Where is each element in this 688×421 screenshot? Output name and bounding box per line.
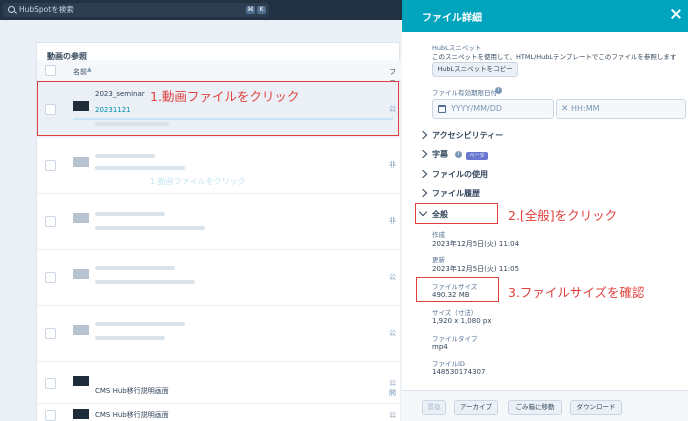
- row-checkbox[interactable]: [45, 216, 56, 227]
- blurred-detail: [95, 166, 185, 170]
- blurred-detail: [95, 226, 205, 230]
- blurred-detail: [95, 266, 175, 270]
- search-placeholder: HubSpotを検索: [19, 5, 74, 14]
- sort-asc-icon[interactable]: ▲: [87, 66, 92, 73]
- table-row[interactable]: CMS Hub移行説明画面 公開: [37, 404, 401, 421]
- k-key-icon: K: [257, 6, 266, 14]
- global-search-input[interactable]: HubSpotを検索 ⌘ K: [3, 3, 269, 17]
- trash-button[interactable]: ごみ箱に移動: [508, 400, 562, 415]
- step2-highlight-box: [415, 203, 498, 224]
- blurred-detail: [95, 154, 155, 158]
- video-thumbnail: [73, 157, 89, 167]
- step1-annotation: 1.動画ファイルをクリック: [150, 89, 300, 104]
- row-checkbox[interactable]: [45, 378, 56, 389]
- table-row[interactable]: 非: [37, 194, 401, 250]
- beta-badge: ベータ: [466, 152, 488, 160]
- column-header-name[interactable]: 名前: [73, 67, 87, 77]
- download-button[interactable]: ダウンロード: [570, 400, 622, 415]
- visibility-text: 非: [389, 161, 396, 169]
- step2-annotation: 2.[全般]をクリック: [508, 208, 618, 223]
- dimensions-label: サイズ（寸法）: [432, 309, 478, 317]
- section-captions[interactable]: 字幕: [432, 149, 448, 160]
- video-thumbnail: [73, 376, 89, 386]
- close-icon[interactable]: [670, 8, 682, 20]
- created-label: 作成: [432, 231, 445, 239]
- archive-button[interactable]: アーカイブ: [454, 400, 498, 415]
- blurred-detail: [95, 336, 165, 340]
- hubl-description: このスニペットを使用して、HTML/HubLテンプレートでこのファイルを参照しま…: [432, 53, 677, 61]
- table-row[interactable]: 公: [37, 306, 401, 362]
- video-thumbnail: [73, 325, 89, 335]
- expiry-label: ファイル有効期限日付: [432, 89, 497, 97]
- video-thumbnail: [73, 213, 89, 223]
- table-header: 名前 ▲ ファ: [37, 60, 401, 86]
- replace-button[interactable]: 置換: [422, 400, 446, 415]
- file-name: CMS Hub移行説明画面: [95, 411, 169, 419]
- clear-icon[interactable]: ✕: [561, 100, 569, 118]
- section-file-usage[interactable]: ファイルの使用: [432, 169, 488, 180]
- video-thumbnail: [73, 409, 89, 419]
- date-placeholder: YYYY/MM/DD: [451, 104, 503, 113]
- file-type-value: mp4: [432, 343, 448, 351]
- chevron-right-icon[interactable]: [418, 130, 428, 140]
- dimensions-value: 1,920 x 1,080 px: [432, 317, 492, 325]
- section-file-history[interactable]: ファイル履歴: [432, 188, 480, 199]
- calendar-icon: [438, 105, 446, 113]
- panel-header: ファイル詳細: [402, 0, 688, 32]
- row-checkbox[interactable]: [45, 160, 56, 171]
- table-row[interactable]: 公: [37, 250, 401, 306]
- step3-highlight-box: [416, 277, 499, 302]
- blurred-detail: [95, 212, 165, 216]
- info-icon[interactable]: i: [495, 87, 502, 94]
- section-accessibility[interactable]: アクセシビリティー: [432, 130, 503, 141]
- file-name: CMS Hub移行説明画面: [95, 387, 169, 395]
- updated-value: 2023年12月5日(火) 11:05: [432, 265, 520, 273]
- time-placeholder: HH:MM: [571, 104, 600, 113]
- chevron-right-icon[interactable]: [418, 188, 428, 198]
- row-checkbox[interactable]: [45, 328, 56, 339]
- blurred-detail: [95, 322, 185, 326]
- visibility-text: 公開: [389, 411, 396, 419]
- visibility-text: 公: [389, 329, 396, 337]
- panel-title: ファイル詳細: [422, 13, 482, 24]
- video-thumbnail: [73, 269, 89, 279]
- info-icon[interactable]: i: [455, 151, 462, 158]
- expiry-time-input[interactable]: ✕ HH:MM: [556, 99, 686, 119]
- search-icon: [8, 6, 15, 13]
- row-checkbox[interactable]: [45, 410, 56, 421]
- file-id-value: 148530174307: [432, 368, 486, 376]
- copy-hubl-button[interactable]: HubLスニペットをコピー: [432, 62, 518, 77]
- step3-annotation: 3.ファイルサイズを確認: [508, 285, 645, 300]
- panel-footer: 置換 アーカイブ ごみ箱に移動 ダウンロード: [402, 390, 688, 421]
- visibility-text: 公: [389, 273, 396, 281]
- select-all-checkbox[interactable]: [45, 65, 56, 76]
- ghost-annotation: 1.動画ファイルをクリック: [150, 177, 246, 186]
- visibility-text: 公開: [389, 379, 396, 397]
- file-type-label: ファイルタイプ: [432, 335, 478, 343]
- table-row[interactable]: CMS Hub移行説明画面 公開: [37, 362, 401, 404]
- updated-label: 更新: [432, 256, 445, 264]
- chevron-right-icon[interactable]: [418, 149, 428, 159]
- visibility-text: 非: [389, 217, 396, 225]
- created-value: 2023年12月5日(火) 11:04: [432, 240, 520, 248]
- expiry-date-input[interactable]: YYYY/MM/DD: [432, 99, 554, 119]
- command-key-icon: ⌘: [246, 6, 255, 14]
- chevron-right-icon[interactable]: [418, 169, 428, 179]
- file-id-label: ファイルID: [432, 360, 465, 368]
- row-checkbox[interactable]: [45, 272, 56, 283]
- blurred-detail: [95, 280, 195, 284]
